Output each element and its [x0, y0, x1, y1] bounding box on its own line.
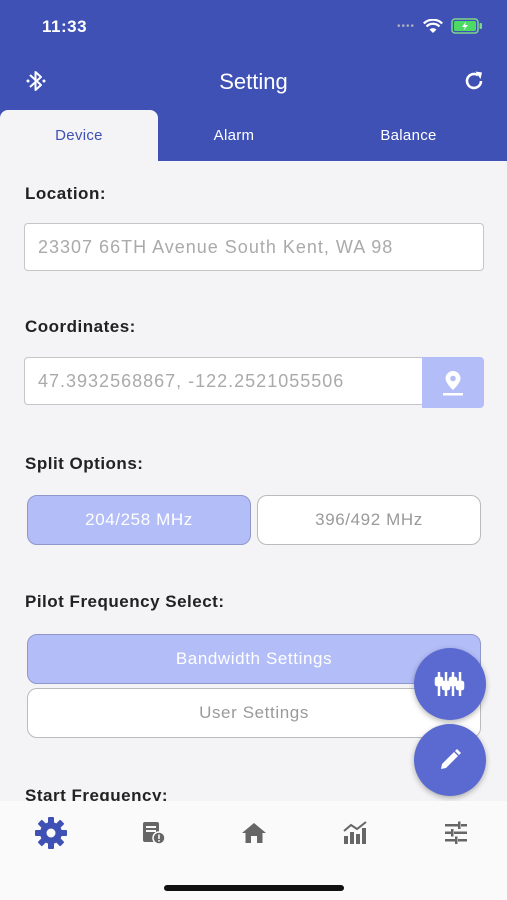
- equalizer-icon: [434, 672, 465, 696]
- tab-balance[interactable]: Balance: [310, 110, 507, 161]
- refresh-icon[interactable]: [461, 68, 487, 99]
- pilot-frequency-label: Pilot Frequency Select:: [25, 592, 225, 611]
- app-header: 11:33 •••• Setting Device Alarm Balance: [0, 0, 507, 161]
- nav-tune[interactable]: [436, 815, 476, 851]
- nav-home[interactable]: [234, 815, 274, 851]
- nav-device-info[interactable]: [133, 815, 173, 851]
- status-time: 11:33: [42, 17, 88, 36]
- tab-alarm[interactable]: Alarm: [158, 110, 310, 161]
- tab-device[interactable]: Device: [0, 110, 158, 161]
- locate-button[interactable]: [422, 357, 484, 408]
- chart-icon: [343, 821, 367, 844]
- split-option-396-492[interactable]: 396/492 MHz: [257, 495, 481, 545]
- coordinates-field[interactable]: 47.3932568867, -122.2521055506: [24, 357, 424, 405]
- bandwidth-settings-button[interactable]: Bandwidth Settings: [27, 634, 481, 684]
- user-settings-button[interactable]: User Settings: [27, 688, 481, 738]
- edit-fab[interactable]: [414, 724, 486, 796]
- wifi-icon: [423, 18, 443, 33]
- nav-chart[interactable]: [335, 815, 375, 851]
- battery-icon: [451, 18, 482, 34]
- location-label: Location:: [25, 184, 106, 203]
- status-icons: ••••: [397, 18, 483, 34]
- split-options-label: Split Options:: [25, 454, 144, 473]
- settings-icon: [35, 817, 67, 849]
- home-icon: [242, 823, 266, 843]
- home-indicator: [164, 885, 344, 891]
- tab-bar: Device Alarm Balance: [0, 110, 507, 161]
- cellular-icon: ••••: [396, 20, 415, 32]
- device-info-icon: [143, 822, 166, 845]
- location-pin-icon: [443, 370, 463, 395]
- location-field[interactable]: 23307 66TH Avenue South Kent, WA 98: [24, 223, 484, 271]
- coordinates-label: Coordinates:: [25, 317, 136, 336]
- page-title: Setting: [219, 69, 288, 94]
- equalizer-fab[interactable]: [414, 648, 486, 720]
- sliders-icon: [445, 821, 467, 844]
- nav-settings[interactable]: [31, 815, 71, 851]
- pencil-icon: [441, 749, 461, 769]
- split-option-204-258[interactable]: 204/258 MHz: [27, 495, 251, 545]
